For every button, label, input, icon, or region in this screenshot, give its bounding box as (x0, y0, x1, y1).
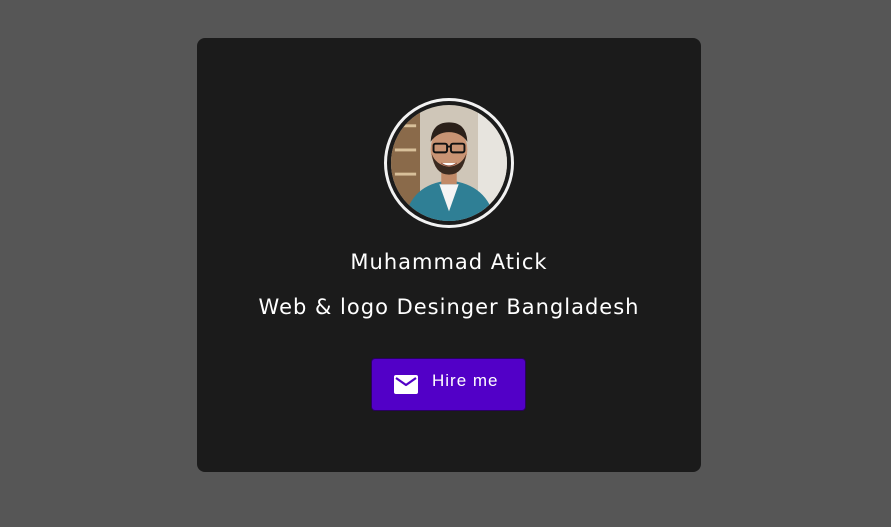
profile-name: Muhammad Atick (350, 250, 548, 274)
hire-me-label: Hire me (432, 371, 499, 390)
profile-role: Web & logo Desinger Bangladesh (258, 295, 640, 319)
profile-photo (391, 105, 507, 221)
mail-icon (394, 375, 418, 394)
hire-me-button[interactable]: Hire me (371, 358, 526, 411)
profile-card: Muhammad Atick Web & logo Desinger Bangl… (197, 38, 701, 472)
avatar (384, 98, 514, 228)
